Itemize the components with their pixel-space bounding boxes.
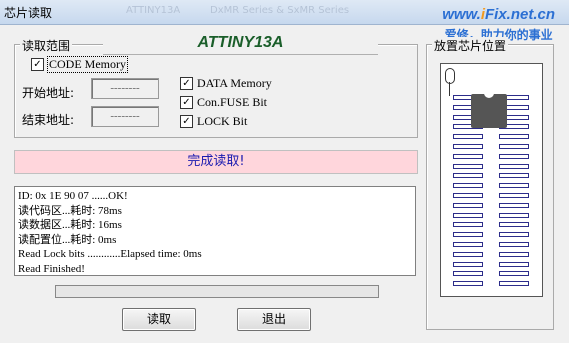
log-line: 读数据区...耗时: 16ms: [18, 219, 122, 231]
socket-pin-slot: [453, 261, 483, 267]
background-window-text: DxMR Series & SxMR Series: [210, 5, 350, 16]
socket-pin-slot: [453, 193, 483, 198]
socket-pin-slot: [499, 134, 529, 140]
end-address-field[interactable]: --------: [91, 106, 159, 127]
code-memory-label[interactable]: CODE Memory: [47, 56, 128, 73]
start-address-label: 开始地址:: [22, 86, 75, 100]
log-output[interactable]: ID: 0x 1E 90 07 ......OK! 读代码区...耗时: 78m…: [14, 186, 416, 276]
socket-lever-icon: [445, 68, 455, 84]
title-bar: 芯片读取 ATTINY13A DxMR Series & SxMR Series…: [0, 0, 569, 42]
socket-pin-slot: [453, 153, 483, 159]
fuse-bit-label[interactable]: Con.FUSE Bit: [197, 95, 267, 110]
log-line: Read Finished!: [18, 262, 85, 275]
socket-pin-slot: [453, 202, 483, 208]
watermark-url: www.iFix.net.cn: [442, 6, 555, 23]
log-line: Read Lock bits ............Elapsed time:…: [18, 248, 202, 260]
socket-pin-slot: [453, 134, 483, 140]
socket-pin-slot: [499, 261, 529, 267]
log-line: 读配置位...耗时: 0ms: [18, 233, 117, 246]
socket-pin-slot: [453, 232, 483, 238]
socket-pin-slot: [453, 212, 483, 218]
end-address-label: 结束地址:: [22, 113, 75, 127]
chip-notch: [484, 93, 494, 98]
chip-icon: [471, 93, 507, 128]
log-line: 读代码区...耗时: 78ms: [18, 204, 122, 217]
chip-placement-legend: 放置芯片位置: [432, 37, 509, 54]
read-button[interactable]: 读取: [122, 308, 196, 331]
socket-lever-bar: [449, 82, 450, 96]
socket-pin-slot: [499, 222, 529, 228]
socket-pin-slot: [499, 144, 529, 149]
socket-pin-slot: [499, 212, 529, 218]
socket-pin-slot: [499, 183, 529, 189]
lock-bit-label[interactable]: LOCK Bit: [197, 114, 247, 129]
socket-pin-slot: [453, 173, 483, 179]
socket-pin-slot: [453, 222, 483, 228]
socket-pin-slot: [453, 251, 483, 257]
read-range-legend: 读取范围: [20, 37, 73, 54]
log-line: ID: 0x 1E 90 07 ......OK!: [18, 190, 128, 202]
fuse-bit-checkbox[interactable]: ✓: [180, 96, 193, 109]
socket-pin-slot: [499, 163, 529, 169]
socket-pin-slot: [499, 251, 529, 257]
exit-button[interactable]: 退出: [237, 308, 311, 331]
start-address-field[interactable]: --------: [91, 78, 159, 99]
socket-pin-slot: [499, 242, 529, 247]
socket-pin-slot: [453, 281, 483, 287]
socket-pin-slot: [453, 242, 483, 247]
lock-bit-checkbox[interactable]: ✓: [180, 115, 193, 128]
status-banner: 完成读取!: [14, 150, 418, 174]
socket-pin-slot: [499, 232, 529, 238]
socket-pin-slot: [499, 173, 529, 179]
socket-pin-slot: [499, 271, 529, 277]
window-title: 芯片读取: [4, 6, 53, 20]
socket-pin-slot: [453, 144, 483, 149]
zif-socket: [440, 63, 543, 297]
socket-pin-slot: [453, 183, 483, 189]
progress-bar: [55, 285, 379, 298]
data-memory-label[interactable]: DATA Memory: [197, 76, 272, 91]
socket-pin-slot: [499, 193, 529, 198]
socket-pin-slot: [499, 281, 529, 287]
socket-pin-slot: [499, 153, 529, 159]
data-memory-checkbox[interactable]: ✓: [180, 77, 193, 90]
code-memory-checkbox[interactable]: ✓: [31, 58, 44, 71]
background-window-text: ATTINY13A: [126, 5, 181, 16]
chip-name: ATTINY13A: [103, 32, 378, 55]
socket-pin-slot: [453, 163, 483, 169]
socket-pin-slot: [453, 271, 483, 277]
socket-pin-slot: [499, 202, 529, 208]
